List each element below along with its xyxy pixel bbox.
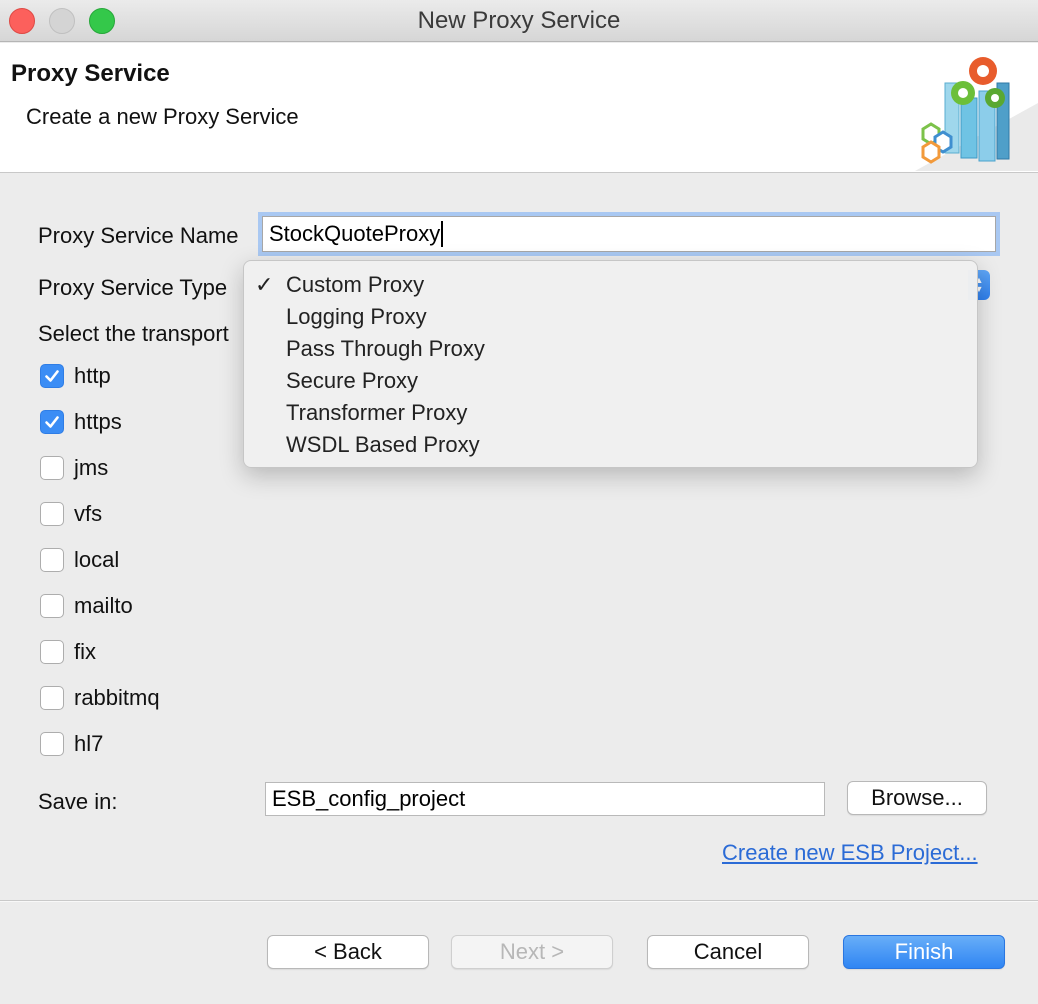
transport-checkbox-row[interactable]: fix [40,638,96,666]
close-window-button[interactable] [9,8,35,34]
dropdown-option[interactable]: Secure Proxy [244,365,977,397]
dropdown-option-label: Custom Proxy [286,272,425,297]
text-caret [441,221,444,247]
transport-label-8: hl7 [74,731,104,756]
dropdown-option-label: Logging Proxy [286,304,427,329]
create-esb-project-link[interactable]: Create new ESB Project... [722,840,978,866]
page-description: Create a new Proxy Service [26,104,299,129]
transport-checkbox-row[interactable]: https [40,408,122,436]
dropdown-option[interactable]: Pass Through Proxy [244,333,977,365]
title-bar: New Proxy Service [0,0,1038,42]
transport-label-3: vfs [74,501,103,526]
transport-checkbox-row[interactable]: jms [40,454,108,482]
dropdown-option[interactable]: ✓ Custom Proxy [244,269,977,301]
save-in-label: Save in: [38,789,118,814]
wizard-banner: Proxy Service Create a new Proxy Service [0,43,1038,173]
transport-checkbox[interactable] [40,456,64,480]
transport-checkbox[interactable] [40,410,64,434]
zoom-window-button[interactable] [89,8,115,34]
transport-label-0: http [74,363,111,388]
transport-label-4: local [74,547,120,572]
dropdown-option[interactable]: Transformer Proxy [244,397,977,429]
window-title: New Proxy Service [417,7,621,34]
transport-checkbox[interactable] [40,364,64,388]
proxy-type-label: Proxy Service Type [38,275,228,300]
proxy-name-value: StockQuoteProxy [269,221,441,246]
transport-checkbox-row[interactable]: rabbitmq [40,684,160,712]
transport-checkbox-row[interactable]: mailto [40,592,133,620]
dropdown-option-label: Transformer Proxy [286,400,468,425]
transport-label-2: jms [74,455,109,480]
transport-checkbox[interactable] [40,640,64,664]
dropdown-option-label: Pass Through Proxy [286,336,485,361]
transport-label-1: https [74,409,122,434]
next-button[interactable]: Next > [451,935,613,969]
dropdown-option[interactable]: Logging Proxy [244,301,977,333]
proxy-name-label: Proxy Service Name [38,223,239,248]
dropdown-option[interactable]: WSDL Based Proxy [244,429,977,461]
checkmark-icon: ✓ [255,272,274,297]
save-in-field[interactable]: ESB_config_project [265,782,825,816]
transport-checkbox-row[interactable]: http [40,362,111,390]
dropdown-option-label: Secure Proxy [286,368,419,393]
transport-checkbox[interactable] [40,686,64,710]
transport-checkbox-row[interactable]: local [40,546,119,574]
proxy-name-input[interactable]: StockQuoteProxy [262,216,996,252]
checkmark-icon [45,416,59,428]
transport-label-5: mailto [74,593,133,618]
transport-label: Select the transport [38,321,229,346]
back-button[interactable]: < Back [267,935,429,969]
gears-bars-icon [915,57,1038,171]
transport-label-6: fix [74,639,96,664]
cancel-button[interactable]: Cancel [647,935,809,969]
transport-label-7: rabbitmq [74,685,160,710]
footer-separator [0,900,1038,902]
transport-checkbox[interactable] [40,594,64,618]
transport-checkbox-row[interactable]: vfs [40,500,102,528]
transport-checkbox-row[interactable]: hl7 [40,730,103,758]
browse-button[interactable]: Browse... [847,781,987,815]
proxy-type-dropdown-menu[interactable]: ✓ Custom Proxy Logging Proxy Pass Through P… [243,260,978,468]
minimize-window-button[interactable] [49,8,75,34]
transport-checkbox[interactable] [40,502,64,526]
checkmark-icon [45,370,59,382]
transport-checkbox[interactable] [40,548,64,572]
save-in-value: ESB_config_project [272,786,466,811]
page-title: Proxy Service [11,60,170,87]
finish-button[interactable]: Finish [843,935,1005,969]
transport-checkbox[interactable] [40,732,64,756]
dropdown-option-label: WSDL Based Proxy [286,432,480,457]
